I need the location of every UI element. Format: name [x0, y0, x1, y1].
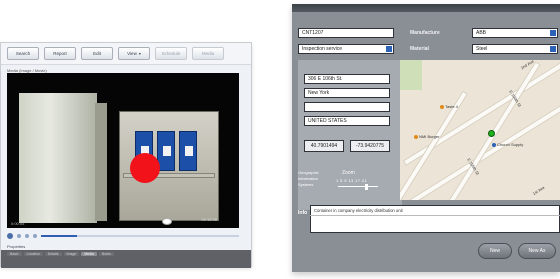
view-button-label: View [127, 51, 137, 56]
forward-icon[interactable] [33, 234, 37, 238]
eye-icon[interactable] [162, 218, 172, 225]
edit-button-label: Edit [93, 51, 101, 56]
toolbar: Search Report Edit View ▾ Schedule Media [1, 43, 251, 65]
search-button[interactable]: Search [7, 47, 39, 60]
manufacture-label: Manufacture [410, 30, 440, 36]
play-icon[interactable] [7, 233, 13, 239]
graphic-text: Geographic Information Systems [298, 170, 319, 188]
city-input[interactable]: New York [304, 88, 390, 98]
properties-title: Properties [7, 244, 26, 249]
tab-notes[interactable]: Notes [98, 252, 114, 256]
map-view[interactable]: Taste 4 NMI Burger Church Supply E 106th… [400, 60, 560, 200]
graphic-line: Systems [298, 182, 314, 187]
material-select[interactable]: Steel [472, 44, 558, 54]
zoom-slider-handle[interactable] [364, 184, 368, 190]
playback-progress[interactable] [41, 235, 239, 237]
address-line1-input[interactable]: 306 E 106th St. [304, 74, 390, 84]
annotation-marker[interactable] [130, 153, 160, 183]
new-as-button[interactable]: New As [518, 243, 556, 259]
playback-controls [7, 230, 239, 242]
video-pipe [95, 103, 107, 221]
id-field[interactable]: CNT1207 [298, 28, 394, 38]
map-poi[interactable]: Church Supply [492, 142, 523, 147]
tab-basic[interactable]: Basic [7, 252, 22, 256]
search-button-label: Search [15, 51, 31, 56]
location-pin-icon[interactable] [488, 130, 495, 137]
info-text: Container in company electricity distrib… [314, 208, 403, 213]
manufacture-value: ABB [476, 30, 487, 36]
report-button-label: Report [53, 51, 67, 56]
view-button[interactable]: View ▾ [118, 47, 150, 60]
chevron-down-icon: ▾ [138, 51, 141, 56]
schedule-button-label: Schedule [161, 51, 181, 56]
new-button[interactable]: New [478, 243, 512, 259]
properties-tabs: Basic Location Details Image Media Notes [1, 250, 251, 258]
tab-location[interactable]: Location [23, 252, 43, 256]
info-label: Info [298, 210, 308, 216]
media-window: Search Report Edit View ▾ Schedule Media … [0, 42, 252, 268]
report-button[interactable]: Report [44, 47, 76, 60]
material-label: Material [410, 46, 429, 52]
zoom-label: Zoom [342, 170, 355, 176]
video-breaker [179, 131, 197, 171]
tab-details[interactable]: Details [44, 252, 62, 256]
zoom-scale: 1 5 9 13 17 21 [336, 178, 368, 183]
manufacture-select[interactable]: ABB [472, 28, 558, 38]
map-poi-label: Taste 4 [445, 104, 458, 109]
media-button[interactable]: Media [192, 47, 224, 60]
service-select-value: Inspection service [302, 46, 343, 52]
properties-panel: Basic Location Details Image Media Notes [1, 250, 251, 268]
screenshot-collage: Search Report Edit View ▾ Schedule Media … [0, 0, 560, 279]
map-park [400, 60, 422, 90]
info-divider [310, 215, 560, 216]
frame-label: 0:00:05 [11, 221, 25, 226]
material-value: Steel [476, 46, 488, 52]
chevron-down-icon [386, 46, 392, 52]
longitude-field[interactable]: -73.9420775 [350, 140, 390, 152]
playback-progress-fill [41, 235, 77, 237]
zoom-slider[interactable] [338, 186, 378, 187]
chevron-down-icon [550, 46, 556, 52]
stop-icon[interactable] [17, 234, 21, 238]
schedule-button[interactable]: Schedule [155, 47, 187, 60]
map-street-label: 1st Ave [531, 184, 546, 197]
tab-media[interactable]: Media [81, 252, 97, 256]
service-select[interactable]: Inspection service [298, 44, 394, 54]
map-poi-label: NMI Burger [419, 134, 440, 139]
edit-button[interactable]: Edit [81, 47, 113, 60]
tab-image[interactable]: Image [63, 252, 80, 256]
video-player[interactable]: 00:15:35 0:00:05 [7, 73, 239, 228]
address-line3-input[interactable] [304, 102, 390, 112]
media-button-label: Media [201, 51, 215, 56]
chevron-down-icon [550, 30, 556, 36]
map-poi-label: Church Supply [497, 142, 524, 147]
window-titlebar [292, 4, 560, 12]
rewind-icon[interactable] [25, 234, 29, 238]
map-poi[interactable]: Taste 4 [440, 104, 458, 109]
asset-window: CNT1207 Inspection service Manufacture A… [292, 4, 560, 272]
latitude-field[interactable]: 40.7901494 [304, 140, 344, 152]
info-textarea[interactable]: Container in company electricity distrib… [310, 205, 560, 233]
video-wall [19, 93, 97, 223]
map-poi[interactable]: NMI Burger [414, 134, 439, 139]
country-input[interactable]: UNITED STATES [304, 116, 390, 126]
video-timestamp: 00:15:35 [201, 217, 217, 222]
